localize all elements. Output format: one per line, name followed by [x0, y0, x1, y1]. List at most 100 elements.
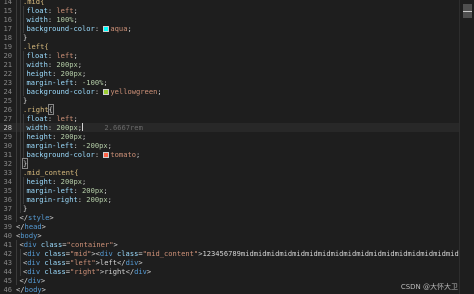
code-line[interactable]: 42 <div class="mid"><div class="mid_conte…: [0, 249, 474, 258]
code-token: ;: [103, 186, 108, 195]
code-line[interactable]: 15 float: left;: [0, 6, 474, 15]
code-token: 200px: [60, 177, 83, 186]
code-token: left: [56, 51, 74, 60]
code-line[interactable]: 20 float: left;: [0, 51, 474, 60]
code-token: ;: [73, 51, 78, 60]
code-text: background-color: yellowgreen;: [16, 87, 162, 96]
code-text: </body>: [16, 285, 46, 294]
code-line[interactable]: 39 </head>: [0, 222, 474, 231]
code-token: .right: [23, 105, 49, 114]
line-number: 27: [3, 114, 12, 123]
code-line[interactable]: 24 background-color: yellowgreen;: [0, 87, 474, 96]
code-line[interactable]: 32}: [0, 158, 474, 169]
code-line[interactable]: 28 width: 200px; 2.6667rem: [0, 123, 474, 132]
code-token: >: [49, 213, 54, 222]
code-text: }: [16, 33, 27, 42]
line-number: 35: [3, 186, 12, 195]
code-text: </head>: [16, 222, 46, 231]
watermark: CSDN @大怀大卫: [400, 283, 458, 291]
code-line[interactable]: 38 </style>: [0, 213, 474, 222]
code-line[interactable]: 35 margin-left: 200px;: [0, 186, 474, 195]
code-text: margin-left: 200px;: [16, 186, 108, 195]
code-line[interactable]: 21 width: 200px;: [0, 60, 474, 69]
code-token: ;: [136, 150, 141, 159]
code-token: body: [20, 231, 38, 240]
code-line[interactable]: 31 background-color: tomato;: [0, 150, 474, 159]
code-token: float: [26, 6, 48, 15]
code-token: }: [23, 33, 28, 42]
code-token: 200px: [82, 186, 104, 195]
code-token: 123456789midmidmidmidmidmidmidmidmidmidm…: [202, 249, 459, 258]
code-token: {: [47, 104, 54, 115]
code-token: height: [26, 69, 53, 78]
code-text: width: 200px; 2.6667rem: [16, 123, 143, 132]
code-token: >: [146, 267, 152, 276]
code-line[interactable]: 40 <body>: [0, 231, 474, 240]
code-token: >: [113, 240, 118, 249]
code-line[interactable]: 43 <div class="left">left</div>: [0, 258, 474, 267]
code-token: yellowgreen: [110, 87, 158, 96]
code-line[interactable]: 36 margin-right: 200px;: [0, 195, 474, 204]
code-line[interactable]: 19 .left{: [0, 42, 474, 51]
code-token: div: [28, 276, 41, 285]
code-text: <div class="right">right</div>: [16, 267, 151, 276]
code-token: head: [24, 222, 42, 231]
line-number: 33: [3, 168, 12, 177]
code-token: background-color: [26, 87, 95, 96]
code-line[interactable]: 25}: [0, 96, 474, 105]
code-line[interactable]: 23 margin-left: -100%;: [0, 78, 474, 87]
code-text: float: left;: [16, 51, 78, 60]
code-text: height: 200px;: [16, 132, 86, 141]
color-swatch-icon: [103, 89, 110, 95]
code-text: height: 200px;: [16, 69, 86, 78]
line-number: 34: [3, 177, 12, 186]
line-number: 43: [3, 258, 12, 267]
code-line[interactable]: 22 height: 200px;: [0, 69, 474, 78]
code-line[interactable]: 41 <div class="container">: [0, 240, 474, 249]
code-token: body: [24, 285, 42, 294]
code-token: margin-right: [26, 195, 78, 204]
code-line[interactable]: 16 width: 100%;: [0, 15, 474, 24]
code-token: :: [77, 195, 87, 204]
code-token: div: [27, 249, 41, 258]
code-line[interactable]: 26 .right{: [0, 104, 474, 115]
line-number: 42: [3, 249, 12, 258]
editor-scrollbar[interactable]: [459, 0, 474, 294]
line-number: 37: [3, 204, 12, 213]
color-swatch-icon: [103, 152, 110, 158]
code-line[interactable]: 17 background-color: aqua;: [0, 24, 474, 33]
code-token: class: [44, 258, 66, 267]
code-text: <div class="mid"><div class="mid_content…: [16, 249, 474, 258]
code-token: :: [52, 132, 61, 141]
code-token: class: [44, 249, 66, 258]
code-token: ;: [73, 114, 78, 123]
code-token: background-color: [26, 150, 95, 159]
code-editor[interactable]: 14 .mid{15 float: left; 16 width: 100%; 17 bac…: [0, 0, 474, 294]
code-line[interactable]: 37}: [0, 204, 474, 213]
line-number: 32: [3, 159, 12, 168]
code-line[interactable]: 34 height: 200px;: [0, 177, 474, 186]
code-token: ;: [82, 69, 87, 78]
code-line[interactable]: 27 float: left;: [0, 114, 474, 123]
code-token: float: [26, 51, 48, 60]
rem-hint: 2.6667rem: [83, 123, 143, 132]
code-token: style: [28, 213, 50, 222]
code-text: <div class="left">left</div>: [16, 258, 143, 267]
code-text: margin-left: -200px;: [16, 141, 112, 150]
code-token: 200px: [56, 60, 78, 69]
line-number: 38: [3, 213, 12, 222]
code-token: >: [37, 231, 42, 240]
code-line[interactable]: 33 .mid_content{: [0, 168, 474, 177]
line-number: 18: [3, 33, 12, 42]
code-token: >: [138, 258, 143, 267]
code-line[interactable]: 18}: [0, 33, 474, 42]
code-token: margin-left: [26, 141, 74, 150]
code-line[interactable]: 29 height: 200px;: [0, 132, 474, 141]
code-line[interactable]: 44 <div class="right">right</div>: [0, 267, 474, 276]
code-line[interactable]: 30 margin-left: -200px;: [0, 141, 474, 150]
line-number: 46: [3, 285, 12, 294]
code-token: width: [26, 15, 48, 24]
code-token: }: [23, 96, 28, 105]
code-token: ;: [107, 195, 112, 204]
code-text: background-color: tomato;: [16, 150, 140, 159]
